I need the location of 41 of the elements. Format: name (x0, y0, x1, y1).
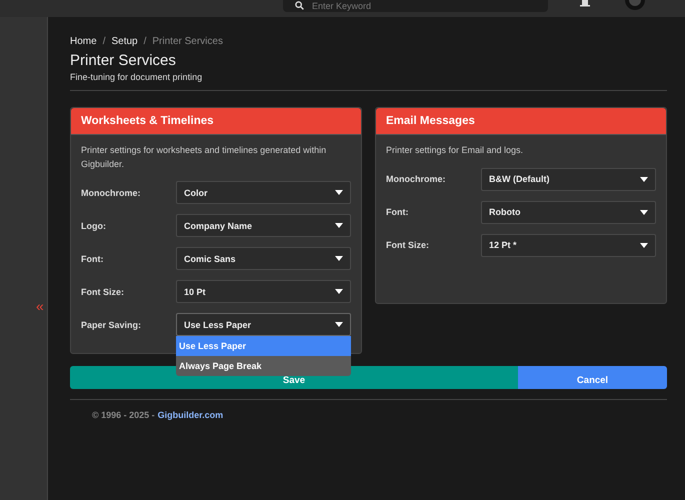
breadcrumb-link[interactable]: Home (70, 36, 97, 47)
field-label: Logo: (81, 220, 107, 230)
breadcrumb-current-page: Printer Services (152, 36, 223, 47)
caret-icon (335, 322, 343, 327)
dropdown-option[interactable]: Use Less Paper (176, 336, 351, 356)
cancel-button[interactable]: Cancel (518, 366, 667, 389)
field-label: Font Size: (81, 286, 125, 296)
search-field[interactable]: Enter Keyword (283, 0, 548, 12)
select-field[interactable]: Color (176, 181, 351, 204)
field-label: Font Size: (386, 240, 430, 250)
field-label: Font: (81, 254, 104, 264)
caret-icon (335, 223, 343, 228)
caret-icon (335, 190, 343, 195)
caret-icon (640, 242, 648, 248)
page-subtitle: Fine-tuning for document printing (70, 72, 204, 82)
card-description: Printer settings for worksheets and timelines generated within Gigbuilder. (81, 144, 328, 171)
field-label: Paper Saving: (81, 320, 142, 330)
caret-icon (335, 256, 343, 261)
select-field[interactable]: 12 Pt * (481, 234, 656, 256)
breadcrumb-link[interactable]: Setup (111, 36, 138, 47)
select-field[interactable]: B&W (Default) (481, 168, 656, 190)
caret-icon (640, 210, 648, 214)
search-icon (295, 1, 304, 10)
select-field[interactable]: Use Less Paper (176, 313, 351, 336)
card-description: Printer settings for Email and logs. (386, 144, 524, 157)
page-title: Printer Services (70, 52, 177, 69)
card-header: Email Messages (376, 108, 666, 135)
caret-icon (335, 289, 343, 294)
select-field[interactable]: Company Name (176, 214, 351, 237)
field-label: Monochrome: (81, 188, 142, 198)
field-label: Monochrome: (386, 174, 446, 184)
select-field[interactable]: 10 Pt (176, 280, 351, 303)
card-header: Worksheets & Timelines (71, 108, 361, 135)
field-label: Font: (386, 207, 410, 217)
breadcrumb-separator: / (102, 36, 106, 47)
breadcrumb-separator: / (144, 36, 146, 47)
caret-icon (640, 176, 648, 182)
footer-link[interactable]: Gigbuilder.com (158, 410, 224, 420)
select-field[interactable]: Comic Sans (176, 247, 351, 270)
copyright-text: © 1996 - 2025 - (92, 410, 155, 420)
select-field[interactable]: Roboto (481, 200, 656, 224)
